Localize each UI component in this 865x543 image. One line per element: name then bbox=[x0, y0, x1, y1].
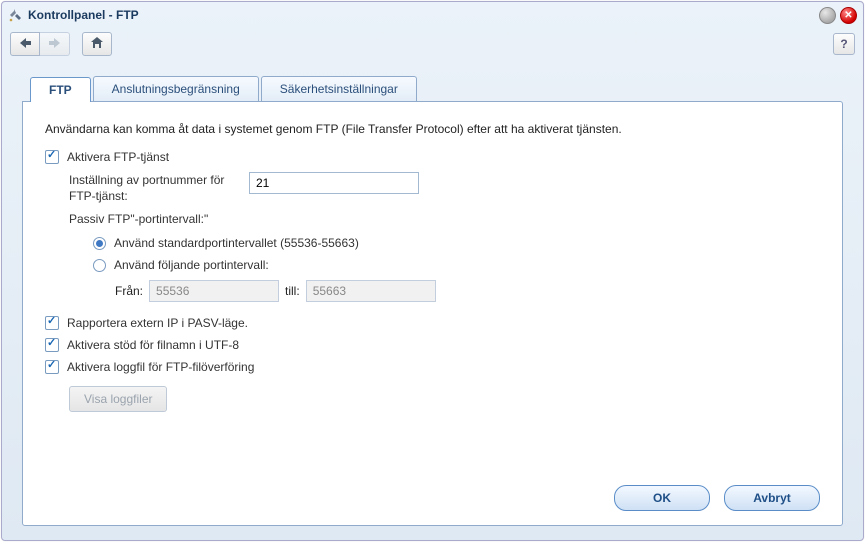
range-to-input bbox=[306, 280, 436, 302]
home-button[interactable] bbox=[82, 32, 112, 56]
cancel-label: Avbryt bbox=[753, 491, 791, 505]
arrow-left-icon bbox=[18, 37, 32, 52]
tab-label: Säkerhetsinställningar bbox=[280, 82, 398, 96]
help-button[interactable]: ? bbox=[833, 33, 855, 55]
tab-label: FTP bbox=[49, 83, 72, 97]
passive-port-title: Passiv FTP"-portintervall:" bbox=[69, 212, 820, 226]
utf8-label: Aktivera stöd för filnamn i UTF-8 bbox=[67, 338, 239, 352]
view-logs-label: Visa loggfiler bbox=[84, 392, 152, 406]
minimize-button[interactable] bbox=[819, 7, 836, 24]
port-mode-default-label: Använd standardportintervallet (55536-55… bbox=[114, 236, 359, 250]
enable-ftp-checkbox[interactable] bbox=[45, 150, 59, 164]
close-icon: ✕ bbox=[844, 10, 852, 21]
port-input[interactable] bbox=[249, 172, 419, 194]
tab-ftp[interactable]: FTP bbox=[30, 77, 91, 102]
range-from-input bbox=[149, 280, 279, 302]
back-button[interactable] bbox=[10, 32, 40, 56]
report-ip-checkbox[interactable] bbox=[45, 316, 59, 330]
range-from-label: Från: bbox=[115, 284, 143, 298]
home-icon bbox=[90, 36, 104, 53]
port-mode-custom-radio[interactable] bbox=[93, 259, 106, 272]
window-title: Kontrollpanel - FTP bbox=[28, 8, 139, 22]
close-button[interactable]: ✕ bbox=[840, 7, 857, 24]
port-mode-custom-label: Använd följande portintervall: bbox=[114, 258, 269, 272]
port-mode-default-radio[interactable] bbox=[93, 237, 106, 250]
tabs: FTP Anslutningsbegränsning Säkerhetsinst… bbox=[22, 76, 843, 101]
ok-label: OK bbox=[653, 491, 671, 505]
enable-ftp-label: Aktivera FTP-tjänst bbox=[67, 150, 169, 164]
tools-icon bbox=[8, 7, 24, 23]
titlebar: Kontrollpanel - FTP ✕ bbox=[2, 2, 863, 28]
ftp-panel: Användarna kan komma åt data i systemet … bbox=[22, 101, 843, 526]
port-label: Inställning av portnummer för FTP-tjänst… bbox=[69, 172, 249, 204]
forward-button[interactable] bbox=[40, 32, 70, 56]
report-ip-label: Rapportera extern IP i PASV-läge. bbox=[67, 316, 248, 330]
view-logs-button[interactable]: Visa loggfiler bbox=[69, 386, 167, 412]
range-to-label: till: bbox=[285, 284, 300, 298]
help-icon: ? bbox=[840, 37, 847, 51]
cancel-button[interactable]: Avbryt bbox=[724, 485, 820, 511]
panel-description: Användarna kan komma åt data i systemet … bbox=[45, 122, 820, 136]
arrow-right-icon bbox=[48, 37, 62, 52]
utf8-checkbox[interactable] bbox=[45, 338, 59, 352]
tab-connection-limit[interactable]: Anslutningsbegränsning bbox=[93, 76, 259, 101]
logfile-label: Aktivera loggfil för FTP-filöverföring bbox=[67, 360, 254, 374]
ok-button[interactable]: OK bbox=[614, 485, 710, 511]
navbar: ? bbox=[2, 28, 863, 60]
control-panel-window: Kontrollpanel - FTP ✕ bbox=[1, 1, 864, 541]
logfile-checkbox[interactable] bbox=[45, 360, 59, 374]
tab-security-settings[interactable]: Säkerhetsinställningar bbox=[261, 76, 417, 101]
tab-label: Anslutningsbegränsning bbox=[112, 82, 240, 96]
